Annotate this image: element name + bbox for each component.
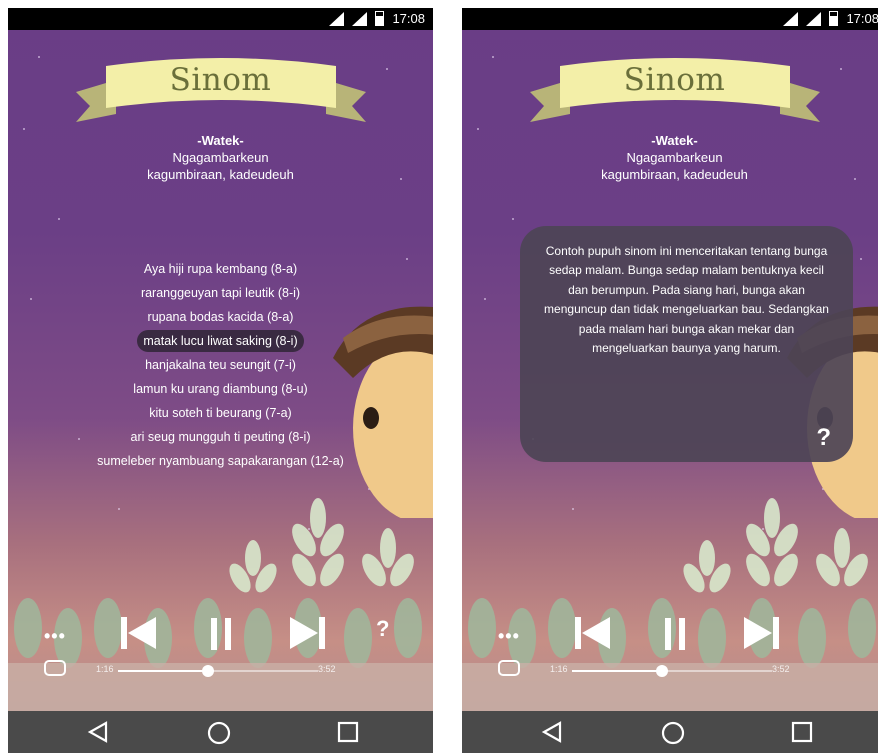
info-popup[interactable]: Contoh pupuh sinom ini menceritakan tent… [520, 226, 853, 462]
status-bar: x 17:08 [462, 8, 878, 30]
signal-icon [783, 11, 799, 26]
page-title: Sinom [623, 62, 726, 98]
battery-icon [829, 11, 839, 26]
progress-knob[interactable] [656, 665, 668, 677]
pause-icon[interactable] [208, 616, 236, 652]
progress-knob[interactable] [202, 665, 214, 677]
time-total: 3:52 [772, 664, 790, 674]
back-icon[interactable] [86, 720, 110, 744]
status-time: 17:08 [846, 11, 878, 26]
home-icon[interactable] [206, 720, 232, 746]
home-icon[interactable] [660, 720, 686, 746]
signal-icon [329, 11, 345, 26]
player-controls: ••• 1:16 3:52 [462, 608, 878, 688]
recents-icon[interactable] [790, 720, 814, 744]
watek-line: kagumbiraan, kadeudeuh [147, 167, 294, 182]
phone-screen-poem: x 17:08 Sinom -Watek- Ngagambarkeun kagu… [8, 8, 433, 753]
progress-fill [118, 670, 208, 672]
status-time: 17:08 [392, 11, 425, 26]
progress-slider[interactable] [572, 665, 772, 677]
android-nav-bar [8, 711, 433, 753]
watek-heading: -Watek- [651, 133, 698, 148]
progress-fill [572, 670, 662, 672]
watek-line: Ngagambarkeun [626, 150, 723, 165]
player-controls: ••• ? 1:16 3:52 [8, 608, 433, 688]
previous-icon[interactable] [572, 613, 612, 653]
time-elapsed: 1:16 [550, 664, 568, 674]
more-icon[interactable]: ••• [44, 626, 66, 647]
info-text: Contoh pupuh sinom ini menceritakan tent… [544, 244, 829, 356]
next-icon[interactable] [288, 613, 328, 653]
previous-icon[interactable] [118, 613, 158, 653]
more-icon[interactable]: ••• [498, 626, 520, 647]
signal-x-icon: x [806, 10, 822, 26]
next-icon[interactable] [742, 613, 782, 653]
watek-line: kagumbiraan, kadeudeuh [601, 167, 748, 182]
signal-x-icon: x [352, 10, 368, 26]
watek-line: Ngagambarkeun [172, 150, 269, 165]
help-icon[interactable]: ? [816, 424, 831, 452]
battery-icon [375, 11, 385, 26]
time-elapsed: 1:16 [96, 664, 114, 674]
lyric-line: Aya hiji rupa kembang (8-a) [143, 262, 298, 276]
recents-icon[interactable] [336, 720, 360, 744]
watek-block: -Watek- Ngagambarkeun kagumbiraan, kadeu… [8, 132, 433, 183]
back-icon[interactable] [540, 720, 564, 744]
watek-heading: -Watek- [197, 133, 244, 148]
help-icon[interactable]: ? [376, 616, 389, 642]
phone-screen-info: x 17:08 Sinom -Watek- Ngagambarkeun kagu… [462, 8, 878, 753]
progress-slider[interactable] [118, 665, 318, 677]
android-nav-bar [462, 711, 878, 753]
page-title: Sinom [169, 62, 272, 98]
repeat-icon[interactable] [44, 660, 66, 676]
status-bar: x 17:08 [8, 8, 433, 30]
pause-icon[interactable] [662, 616, 690, 652]
watek-block: -Watek- Ngagambarkeun kagumbiraan, kadeu… [462, 132, 878, 183]
time-total: 3:52 [318, 664, 336, 674]
repeat-icon[interactable] [498, 660, 520, 676]
